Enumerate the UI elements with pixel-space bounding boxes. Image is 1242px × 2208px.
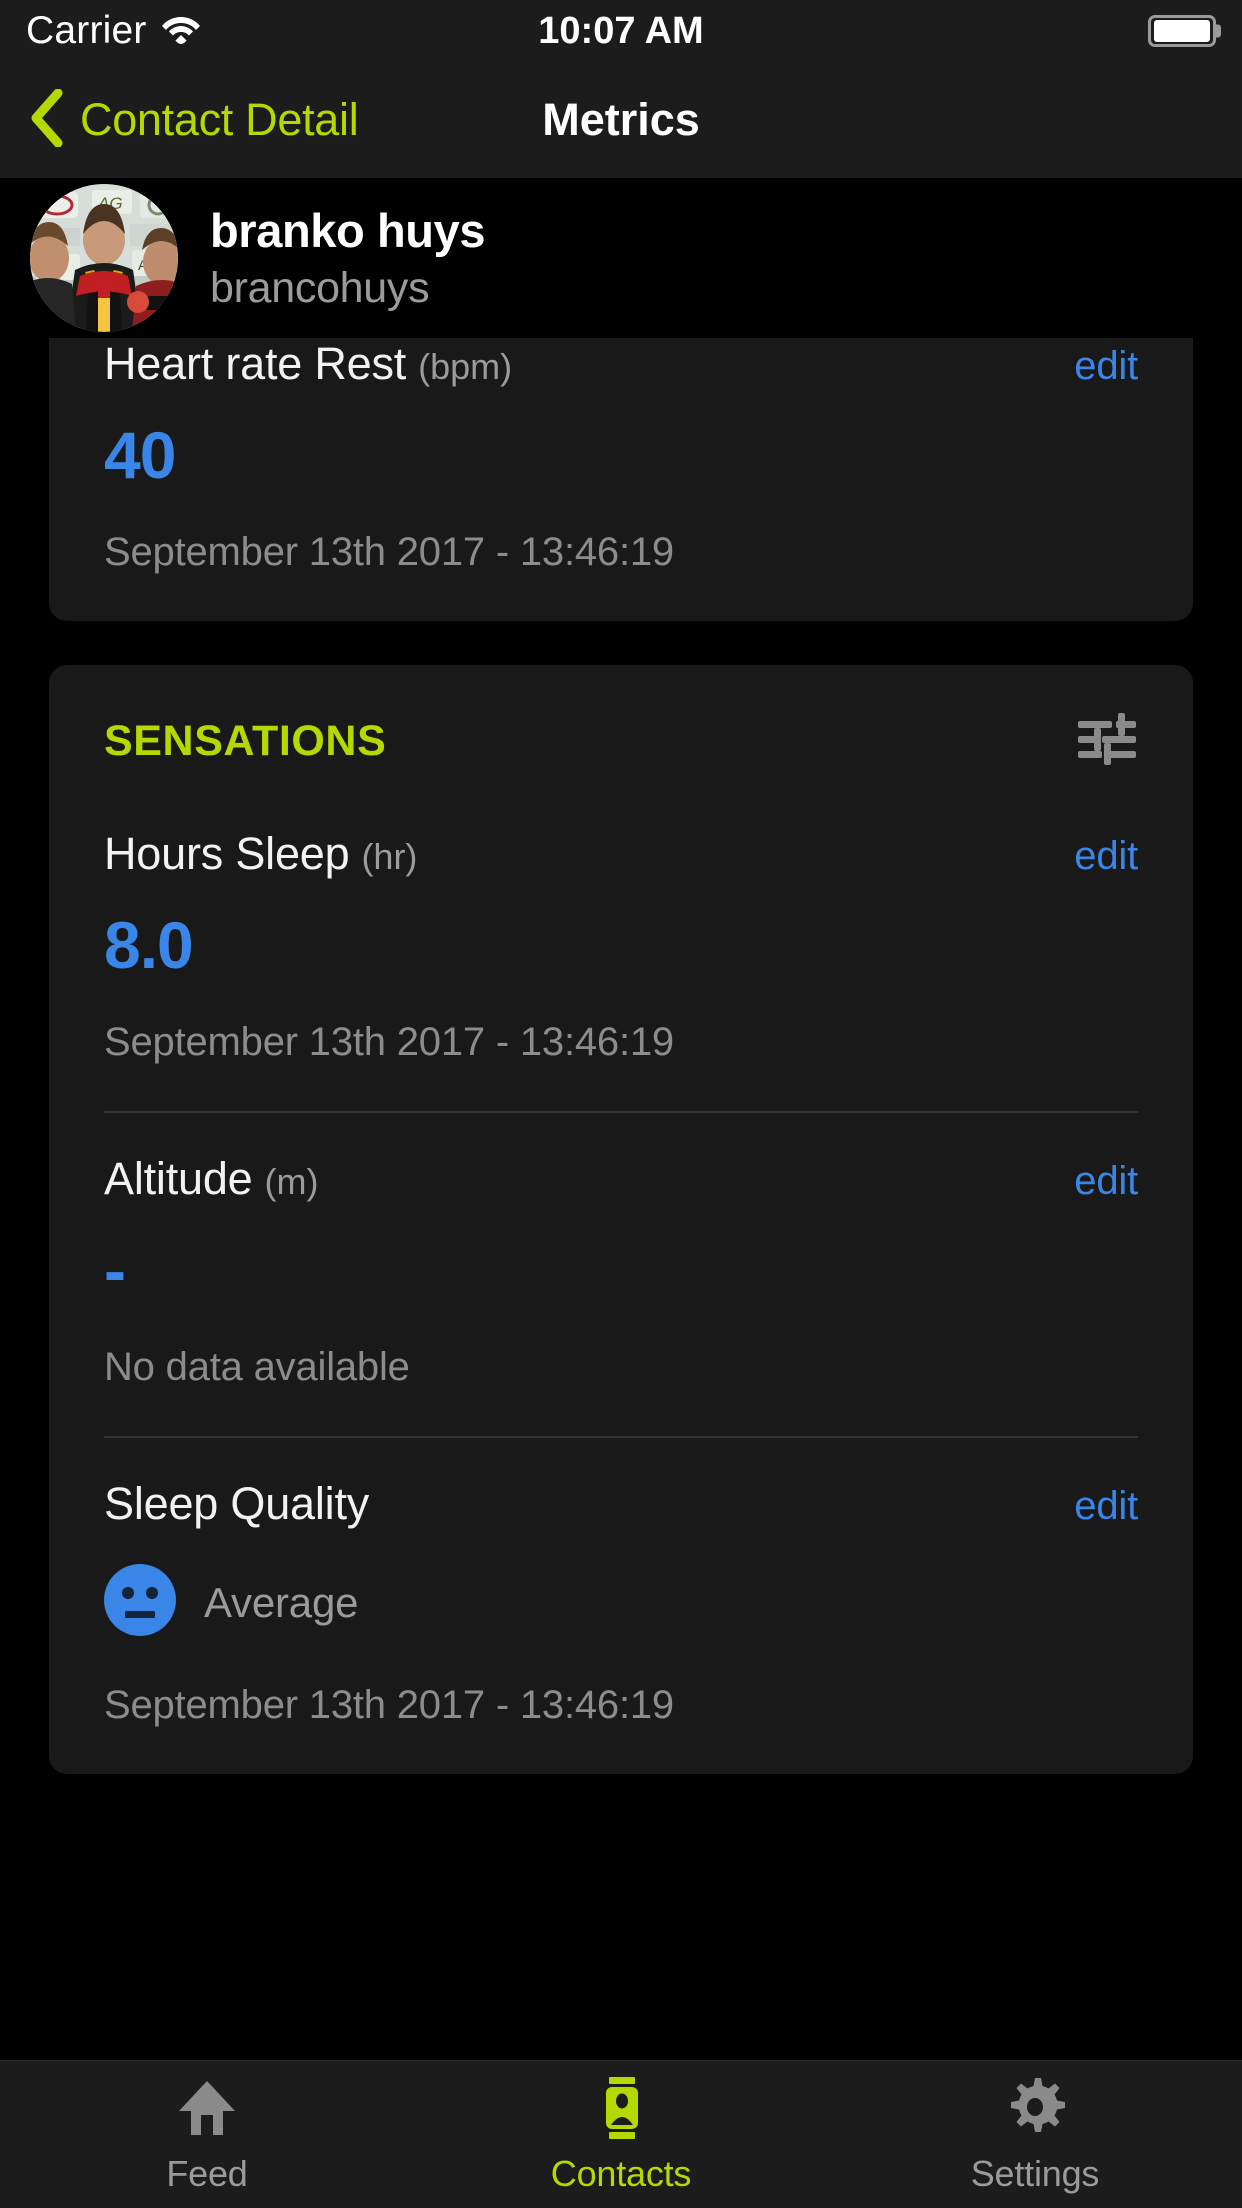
status-bar: Carrier 10:07 AM — [0, 0, 1242, 62]
metric-header: Sleep Quality edit — [104, 1478, 1138, 1530]
metric-row-hours-sleep: Hours Sleep (hr) edit 8.0 September 13th… — [49, 788, 1193, 1111]
status-bar-left: Carrier — [26, 9, 201, 53]
tab-contacts[interactable]: Contacts — [414, 2077, 828, 2195]
neutral-face-icon — [104, 1564, 176, 1641]
metric-row-heart-rate-rest: Heart rate Rest (bpm) edit 40 September … — [49, 338, 1193, 621]
edit-link[interactable]: edit — [1074, 1159, 1138, 1204]
metric-title: Altitude — [104, 1153, 253, 1204]
metric-title: Heart rate Rest — [104, 338, 407, 389]
profile-header[interactable]: AG AG ACK — [0, 178, 1242, 338]
home-icon — [177, 2077, 237, 2139]
status-bar-right — [1148, 15, 1216, 47]
profile-text: branko huys brancohuys — [210, 203, 485, 313]
metric-value: 8.0 — [104, 908, 194, 982]
metric-title: Hours Sleep — [104, 828, 350, 879]
navigation-bar: Contact Detail Metrics — [0, 62, 1242, 178]
battery-fill — [1154, 20, 1210, 42]
metric-row-sleep-quality: Sleep Quality edit Average September 13t… — [49, 1438, 1193, 1774]
section-header-sensations: SENSATIONS — [49, 665, 1193, 788]
wifi-icon — [161, 13, 201, 50]
metric-no-data-label: No data available — [104, 1345, 410, 1389]
metric-unit: (hr) — [361, 836, 418, 877]
metric-header: Altitude (m) edit — [104, 1153, 1138, 1205]
metric-unit: (m) — [264, 1161, 319, 1202]
sensations-card: SENSATIONS Hours Sleep (hr) edit 8.0 Sep… — [49, 665, 1193, 1774]
metric-unit: (bpm) — [418, 346, 513, 387]
app-screen: Carrier 10:07 AM Contact Detail Metrics … — [0, 0, 1242, 2208]
edit-link[interactable]: edit — [1074, 1484, 1138, 1529]
tab-label: Feed — [166, 2153, 248, 2194]
edit-link[interactable]: edit — [1074, 344, 1138, 389]
tab-label: Contacts — [550, 2153, 692, 2194]
back-button[interactable]: Contact Detail — [24, 88, 359, 152]
metric-title: Sleep Quality — [104, 1478, 370, 1529]
gear-icon — [1004, 2077, 1066, 2139]
chevron-left-icon — [24, 88, 68, 152]
avatar[interactable]: AG AG ACK — [30, 184, 178, 332]
metric-timestamp: September 13th 2017 - 13:46:19 — [104, 1683, 674, 1727]
metric-row-altitude: Altitude (m) edit - No data available — [49, 1113, 1193, 1436]
battery-icon — [1148, 15, 1216, 47]
sliders-icon[interactable] — [1076, 713, 1138, 770]
mood-row: Average — [104, 1564, 1138, 1641]
tab-bar: Feed Contacts Settings — [0, 2060, 1242, 2208]
section-title: SENSATIONS — [104, 717, 387, 765]
mood-label: Average — [204, 1578, 359, 1626]
contact-card-icon — [591, 2077, 651, 2139]
metrics-scroll-area[interactable]: Heart rate Rest (bpm) edit 40 September … — [0, 338, 1242, 2060]
metric-timestamp: September 13th 2017 - 13:46:19 — [104, 1020, 674, 1064]
carrier-label: Carrier — [26, 9, 147, 52]
metric-header: Hours Sleep (hr) edit — [104, 828, 1138, 880]
profile-username: brancohuys — [210, 264, 430, 312]
heart-rate-card: Heart rate Rest (bpm) edit 40 September … — [49, 338, 1193, 621]
metric-header: Heart rate Rest (bpm) edit — [104, 338, 1138, 390]
metric-value: - — [104, 1233, 126, 1307]
profile-name: branko huys — [210, 204, 486, 257]
metric-value: 40 — [104, 418, 176, 492]
tab-settings[interactable]: Settings — [828, 2077, 1242, 2195]
back-button-label: Contact Detail — [80, 94, 359, 145]
edit-link[interactable]: edit — [1074, 834, 1138, 879]
tab-label: Settings — [970, 2153, 1100, 2194]
metric-timestamp: September 13th 2017 - 13:46:19 — [104, 530, 674, 574]
tab-feed[interactable]: Feed — [0, 2077, 414, 2195]
